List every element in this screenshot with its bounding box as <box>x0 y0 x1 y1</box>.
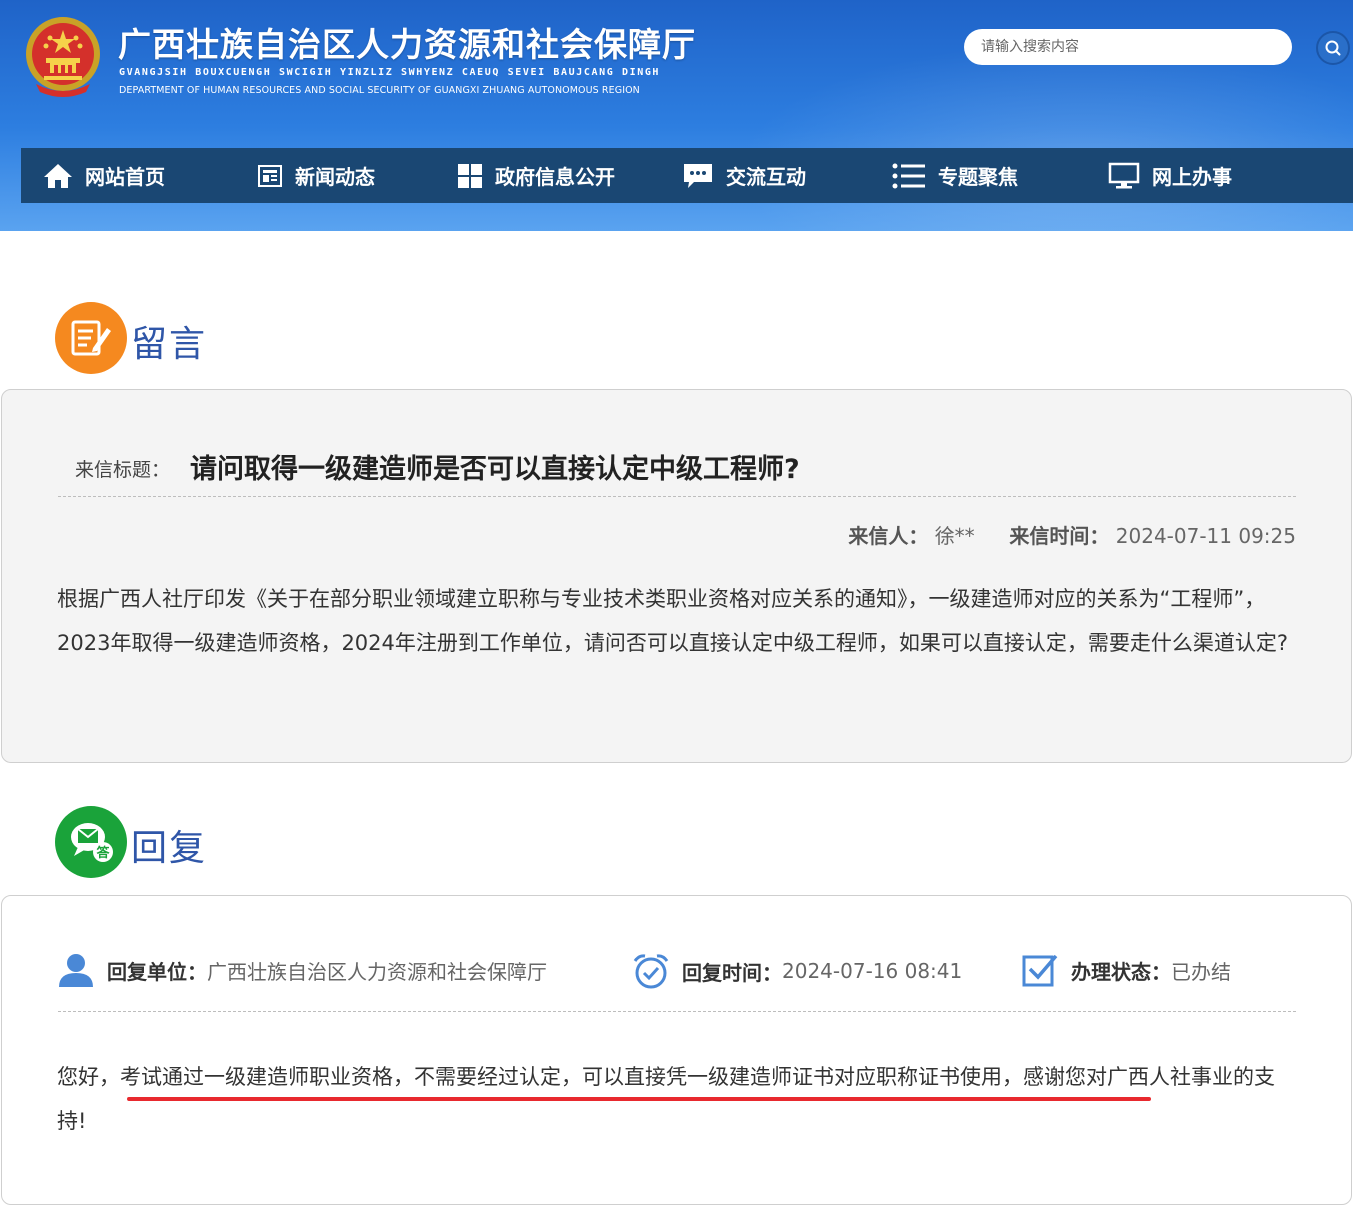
reply-status-value: 已办结 <box>1171 959 1231 984</box>
nav-item-news[interactable]: 新闻动态 <box>257 148 375 203</box>
site-title: 广西壮族自治区人力资源和社会保障厅 <box>118 25 696 64</box>
nav-item-topics[interactable]: 专题聚焦 <box>892 148 1018 203</box>
grid-icon <box>458 163 482 188</box>
reply-unit-label: 回复单位： <box>107 959 207 984</box>
nav-item-home[interactable]: 网站首页 <box>43 148 165 203</box>
nav-item-label: 专题聚焦 <box>938 165 1018 189</box>
monitor-icon <box>1108 162 1140 188</box>
divider <box>58 496 1296 497</box>
reply-status: 办理状态： 已办结 <box>1021 952 1231 988</box>
main-nav: 网站首页 新闻动态 政府信息公开 交流互动 专题聚焦 网上办事 <box>21 148 1353 203</box>
nav-item-label: 政府信息公开 <box>495 165 615 189</box>
home-icon <box>44 163 72 188</box>
edit-note-icon <box>71 320 111 356</box>
message-title: 请问取得一级建造师是否可以直接认定中级工程师? <box>190 454 800 485</box>
nav-item-label: 网上办事 <box>1152 165 1232 189</box>
search-button[interactable] <box>1316 31 1350 65</box>
nav-item-label: 新闻动态 <box>295 165 375 189</box>
divider <box>58 1011 1296 1012</box>
message-body: 根据广西人社厅印发《关于在部分职业领域建立职称与专业技术类职业资格对应关系的通知… <box>57 587 1289 655</box>
reply-unit-value: 广西壮族自治区人力资源和社会保障厅 <box>207 959 547 984</box>
reply-time-value: 2024-07-16 08:41 <box>782 959 963 983</box>
reply-status-label: 办理状态： <box>1071 959 1171 984</box>
nav-item-label: 网站首页 <box>85 165 165 189</box>
nav-item-online-service[interactable]: 网上办事 <box>1108 148 1232 203</box>
user-icon <box>59 954 93 987</box>
reply-mail-icon: 答 <box>71 823 113 862</box>
sender-value: 徐** <box>934 524 975 548</box>
list-icon <box>892 163 925 188</box>
checkbox-checked-icon <box>1022 954 1058 987</box>
reply-unit: 回复单位： 广西壮族自治区人力资源和社会保障厅 <box>57 952 547 988</box>
nav-item-label: 交流互动 <box>726 165 806 189</box>
message-title-label: 来信标题： <box>75 459 171 481</box>
site-title-zhuang: GVANGJSIH BOUXCUENGH SWCIGIH YINZLIZ SWH… <box>119 67 661 78</box>
message-panel <box>1 389 1352 763</box>
highlight-underline <box>127 1097 1151 1101</box>
nav-item-interaction[interactable]: 交流互动 <box>682 148 806 203</box>
message-time-label: 来信时间： <box>1009 524 1110 548</box>
chat-icon <box>684 163 712 188</box>
national-emblem-icon <box>26 17 100 97</box>
search-icon <box>1325 40 1341 56</box>
search-input[interactable] <box>964 29 1292 65</box>
reply-section-icon: 答 <box>55 806 127 878</box>
message-section-title: 留言 <box>131 324 208 365</box>
site-title-english: DEPARTMENT OF HUMAN RESOURCES AND SOCIAL… <box>119 85 640 96</box>
reply-panel <box>1 895 1352 1205</box>
svg-text:答: 答 <box>96 845 110 861</box>
sender-label: 来信人： <box>848 524 929 548</box>
reply-section-title: 回复 <box>131 828 208 869</box>
message-time-value: 2024-07-11 09:25 <box>1115 524 1296 548</box>
alarm-clock-icon <box>633 954 669 989</box>
reply-time: 回复时间： 2024-07-16 08:41 <box>632 952 962 990</box>
message-section-icon <box>55 302 127 374</box>
nav-item-gov-info[interactable]: 政府信息公开 <box>457 148 615 203</box>
message-meta: 来信人： 徐** 来信时间： 2024-07-11 09:25 <box>848 520 1296 549</box>
news-icon <box>258 164 282 187</box>
reply-time-label: 回复时间： <box>682 960 782 985</box>
